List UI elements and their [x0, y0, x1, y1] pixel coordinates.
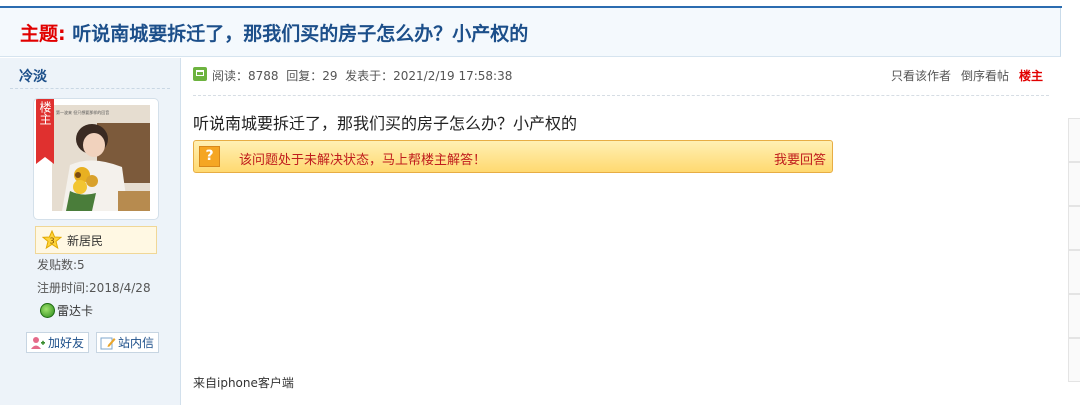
post-meta: 阅读：8788 回复：29 发表于：2021/2/19 17:58:38 只看该… — [193, 66, 1049, 86]
read-count: 阅读：8788 — [212, 69, 279, 83]
divider — [193, 95, 1049, 96]
answer-button[interactable]: 我要回答 — [774, 149, 826, 168]
avatar-card: 第一波来 但只想要那样的回音 楼主 — [33, 98, 159, 220]
thread-title-bar: 主题: 听说南城要拆迁了，那我们买的房子怎么办？小产权的 — [0, 8, 1061, 57]
divider — [10, 88, 170, 89]
avatar[interactable]: 第一波来 但只想要那样的回音 — [52, 105, 150, 211]
thread-title: 主题: 听说南城要拆迁了，那我们买的房子怎么办？小产权的 — [20, 19, 528, 46]
message-button[interactable]: 站内信 — [96, 332, 160, 353]
side-toolbar-tab[interactable] — [1068, 162, 1080, 206]
avatar-caption: 第一波来 但只想要那样的回音 — [56, 109, 109, 115]
rank-badge: 3 新居民 — [35, 226, 157, 254]
post-main: 阅读：8788 回复：29 发表于：2021/2/19 17:58:38 只看该… — [181, 58, 1061, 405]
floor-label: 楼主 — [1018, 69, 1043, 83]
avatar-photo: 第一波来 但只想要那样的回音 — [52, 105, 150, 211]
author-sidebar: 冷淡 第一波来 但只想要那样的回音 楼主 3 新居民 发贴数:5 注册时间:20… — [0, 58, 181, 405]
rank-level: 3 — [49, 237, 54, 246]
unsolved-notice: ? 该问题处于未解决状态，马上帮楼主解答！ 我要回答 — [193, 140, 833, 173]
side-toolbar-tab[interactable] — [1068, 118, 1080, 162]
post-stats: 阅读：8788 回复：29 发表于：2021/2/19 17:58:38 — [212, 67, 512, 84]
author-name[interactable]: 冷淡 — [19, 66, 47, 86]
post-count: 发贴数:5 — [37, 258, 85, 272]
post-source: 来自iphone客户端 — [193, 376, 294, 390]
reverse-order-link[interactable]: 倒序看帖 — [961, 67, 1009, 84]
side-toolbar-tab[interactable] — [1068, 338, 1080, 382]
ribbon-tip — [36, 157, 54, 164]
register-time: 注册时间:2018/4/28 — [37, 281, 151, 295]
question-icon: ? — [199, 146, 220, 167]
rank-name: 新居民 — [67, 234, 104, 248]
add-friend-button[interactable]: 加好友 — [26, 332, 90, 353]
title-text: 听说南城要拆迁了，那我们买的房子怎么办？小产权的 — [72, 23, 529, 45]
radar-icon — [40, 303, 55, 318]
side-toolbar-tab[interactable] — [1068, 294, 1080, 338]
post-icon — [193, 67, 207, 81]
reply-count: 回复：29 — [286, 69, 338, 83]
side-toolbar-tab[interactable] — [1068, 206, 1080, 250]
radar-label: 雷达卡 — [57, 304, 94, 318]
message-icon — [100, 337, 116, 349]
post-time: 发表于：2021/2/19 17:58:38 — [345, 69, 513, 83]
author-badge: 楼主 — [36, 99, 54, 157]
post-content: 听说南城要拆迁了，那我们买的房子怎么办？小产权的 — [193, 114, 578, 133]
post-actions: 只看该作者 倒序看帖 楼主 — [891, 67, 1043, 84]
title-prefix: 主题: — [20, 23, 66, 45]
star-icon: 3 — [42, 230, 62, 250]
top-accent-line — [0, 0, 1062, 8]
radar-card[interactable]: 雷达卡 — [40, 302, 93, 319]
only-author-link[interactable]: 只看该作者 — [891, 67, 951, 84]
side-toolbar-tab[interactable] — [1068, 250, 1080, 294]
add-friend-icon — [31, 336, 45, 349]
unsolved-text: 该问题处于未解决状态，马上帮楼主解答！ — [239, 153, 487, 168]
